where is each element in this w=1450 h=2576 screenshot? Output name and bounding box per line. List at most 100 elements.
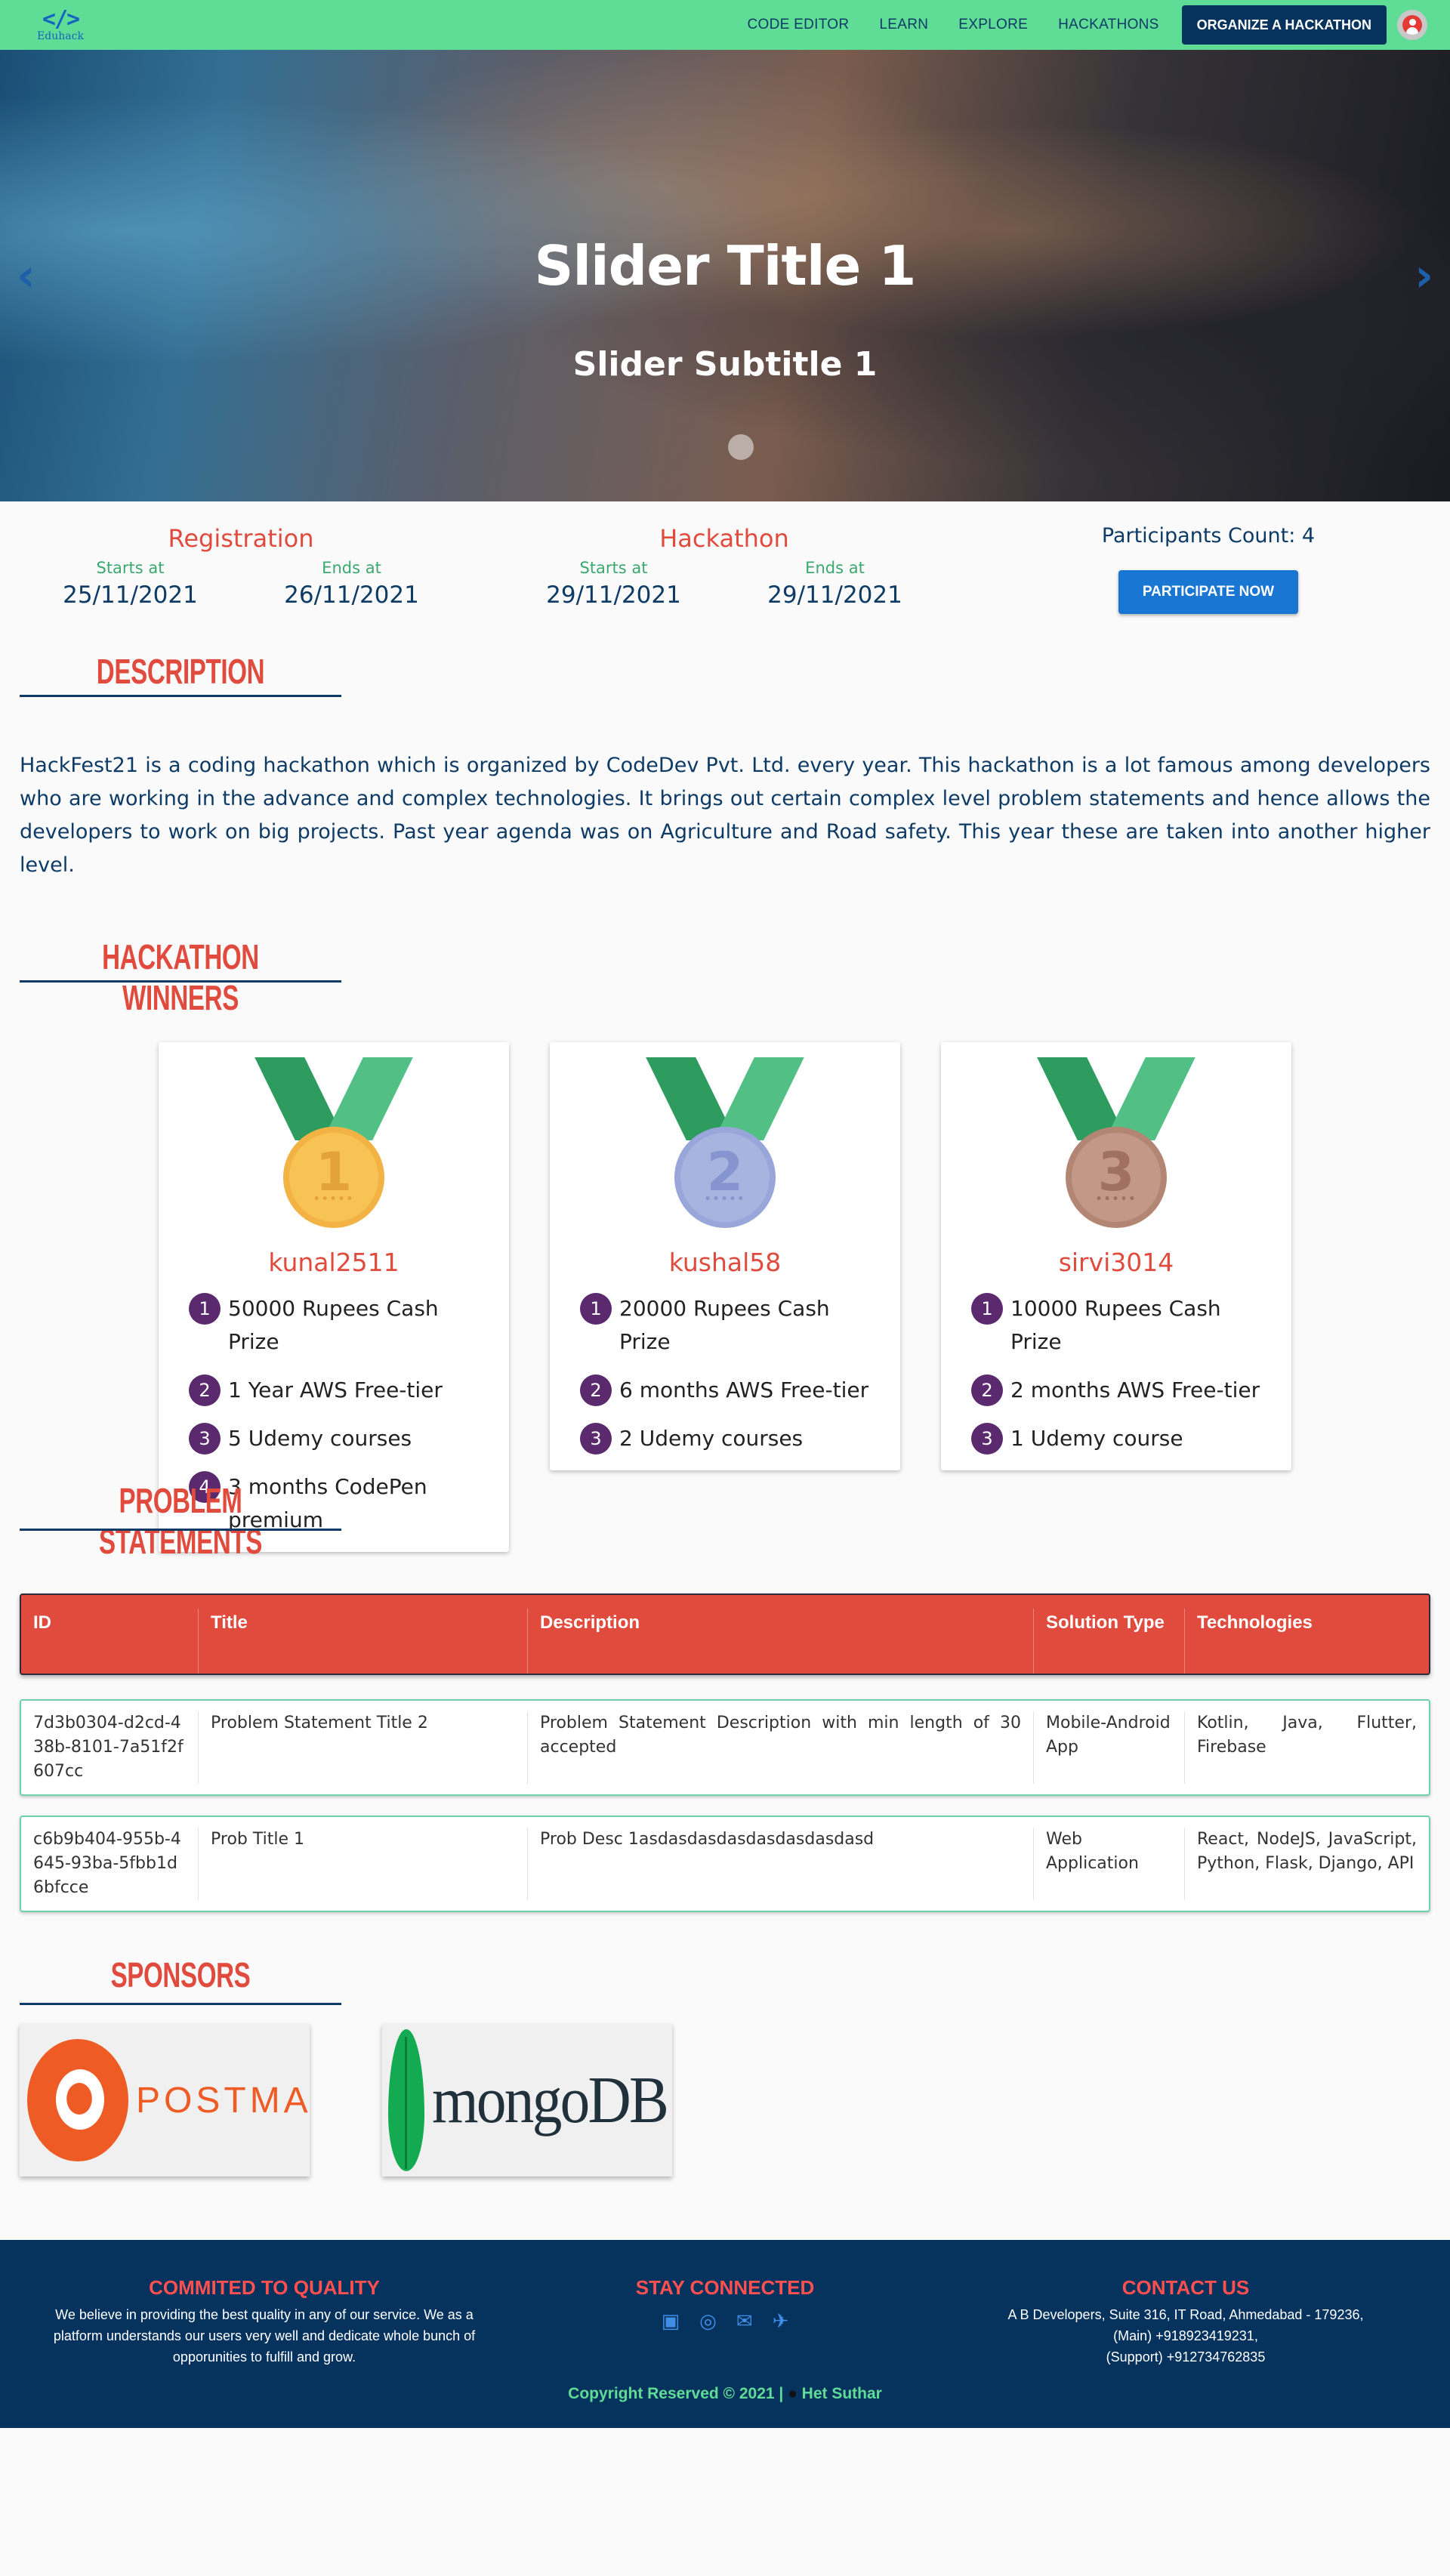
contact-main-phone: (Main) +918923419231, <box>1113 2328 1258 2343</box>
registration-start-date: 25/11/2021 <box>63 582 198 609</box>
problem-id: 7d3b0304-d2cd-438b-8101-7a51f2f607cc <box>33 1714 184 1781</box>
registration-end-label: Ends at <box>322 559 381 577</box>
contact-title: CONTACT US <box>1121 2276 1250 2299</box>
prize-item: 32 Udemy courses <box>550 1422 900 1455</box>
problem-title: Problem Statement Title 2 <box>198 1711 527 1784</box>
quality-title: COMMITED TO QUALITY <box>149 2276 380 2299</box>
problem-statements-table: ID Title Description Solution Type Techn… <box>20 1593 1430 1912</box>
registration-dates: Registration Starts at 25/11/2021 Ends a… <box>20 524 462 609</box>
heading-underline <box>20 1529 341 1531</box>
page-footer: COMMITED TO QUALITY We believe in provid… <box>0 2240 1450 2428</box>
problem-solution-type: Web Application <box>1033 1828 1184 1900</box>
winner-card-first: 1 ••••• kunal2511 1 50000 Rupees Cash Priz… <box>159 1042 509 1552</box>
heading-underline <box>20 695 341 697</box>
hackathon-dates: Registration Starts at 25/11/2021 Ends a… <box>0 501 1450 643</box>
mongodb-logo <box>388 2029 424 2171</box>
column-header-solution-type: Solution Type <box>1033 1609 1184 1674</box>
description-heading: DESCRIPTION <box>96 652 265 691</box>
prize-item: 1 10000 Rupees Cash Prize <box>941 1292 1291 1359</box>
problem-description: Problem Statement Description with min l… <box>527 1711 1033 1784</box>
email-icon[interactable]: ✉ <box>736 2310 753 2333</box>
nav-hackathons[interactable]: HACKATHONS <box>1058 17 1159 33</box>
sponsors-heading: SPONSORS <box>110 1955 251 1994</box>
connect-title: STAY CONNECTED <box>635 2276 815 2299</box>
winners-list: 1 ••••• kunal2511 1 50000 Rupees Cash Priz… <box>0 982 1450 1552</box>
nav-code-editor[interactable]: CODE EDITOR <box>747 17 849 33</box>
prize-item: 22 months AWS Free-tier <box>941 1374 1291 1407</box>
github-icon[interactable]: ● <box>788 2385 798 2402</box>
hackathon-start-label: Starts at <box>579 559 648 577</box>
problem-solution-type: Mobile-Android App <box>1033 1711 1184 1784</box>
nav-learn[interactable]: LEARN <box>879 17 928 33</box>
participate-now-button[interactable]: PARTICIPATE NOW <box>1118 570 1299 614</box>
contact-support-phone: (Support) +912734762835 <box>1106 2349 1266 2365</box>
winner-card-third: 3 ••••• sirvi3014 1 10000 Rupees Cash Priz… <box>941 1042 1291 1470</box>
column-header-description: Description <box>527 1609 1033 1674</box>
hackathon-start-date: 29/11/2021 <box>546 582 681 609</box>
description-text: HackFest21 is a coding hackathon which i… <box>20 754 1430 877</box>
author-link[interactable]: Het Suthar <box>802 2385 882 2402</box>
table-row[interactable]: c6b9b404-955b-4645-93ba-5fbb1d6bfcce Pro… <box>20 1816 1430 1912</box>
participants-panel: Participants Count: 4 PARTICIPATE NOW <box>982 524 1435 614</box>
twitter-icon[interactable]: ✈ <box>773 2310 789 2333</box>
footer-quality: COMMITED TO QUALITY We believe in provid… <box>38 2276 491 2368</box>
nav-explore[interactable]: EXPLORE <box>958 17 1028 33</box>
problems-heading: PROBLEM STATEMENTS <box>99 1481 262 1561</box>
heading-underline <box>20 2003 341 2005</box>
prize-item: 1 20000 Rupees Cash Prize <box>550 1292 900 1359</box>
gold-medal-icon: 1 ••••• <box>159 1042 509 1246</box>
problem-technologies: React, NodeJS, JavaScript, Python, Flask… <box>1184 1828 1429 1900</box>
mongodb-wordmark: mongoDB <box>432 2063 669 2137</box>
slider-subtitle: Slider Subtitle 1 <box>572 345 878 384</box>
problem-id: c6b9b404-955b-4645-93ba-5fbb1d6bfcce <box>33 1830 181 1897</box>
organize-hackathon-button[interactable]: ORGANIZE A HACKATHON <box>1181 5 1387 45</box>
column-header-technologies: Technologies <box>1184 1609 1429 1674</box>
registration-title: Registration <box>168 524 314 553</box>
account-circle-icon[interactable] <box>1397 10 1427 40</box>
instagram-icon[interactable]: ◎ <box>699 2310 717 2333</box>
problem-title: Prob Title 1 <box>198 1828 527 1900</box>
problem-description: Prob Desc 1asdasdasdasdasdasdasdasd <box>527 1828 1033 1900</box>
prize-item: 31 Udemy course <box>941 1422 1291 1455</box>
eduhack-logo[interactable]: </> Eduhack <box>30 8 91 42</box>
hackathon-end-date: 29/11/2021 <box>767 582 902 609</box>
slider-indicator-dot[interactable] <box>728 434 754 460</box>
column-header-title: Title <box>198 1609 527 1674</box>
footer-connect: STAY CONNECTED ▣ ◎ ✉ ✈ <box>498 2276 952 2333</box>
problem-technologies: Kotlin, Java, Flutter, Firebase <box>1184 1711 1429 1784</box>
contact-address: A B Developers, Suite 316, IT Road, Ahme… <box>1007 2307 1364 2322</box>
sponsor-mongodb[interactable]: mongoDB <box>382 2024 672 2176</box>
winner-name[interactable]: kunal2511 <box>159 1248 509 1277</box>
column-header-id: ID <box>33 1612 51 1633</box>
bronze-medal-icon: 3 ••••• <box>941 1042 1291 1246</box>
silver-medal-icon: 2 ••••• <box>550 1042 900 1246</box>
copyright-line: Copyright Reserved © 2021 | ● Het Suthar <box>0 2385 1450 2403</box>
description-header: DESCRIPTION <box>0 643 1450 749</box>
table-row[interactable]: 7d3b0304-d2cd-438b-8101-7a51f2f607cc Pro… <box>20 1699 1430 1796</box>
registration-start-label: Starts at <box>96 559 165 577</box>
prize-item: 35 Udemy courses <box>159 1422 509 1455</box>
sponsor-postman[interactable]: POSTMAN <box>20 2024 310 2176</box>
hero-slider: ‹ Slider Title 1 Slider Subtitle 1 › <box>0 50 1450 501</box>
chevron-right-icon[interactable]: › <box>1415 249 1433 302</box>
hackathon-end-label: Ends at <box>805 559 865 577</box>
table-header: ID Title Description Solution Type Techn… <box>20 1593 1430 1675</box>
sponsors-list: POSTMAN mongoDB <box>0 2024 1450 2176</box>
winner-name[interactable]: sirvi3014 <box>941 1248 1291 1277</box>
facebook-icon[interactable]: ▣ <box>662 2310 680 2333</box>
copyright-text: Copyright Reserved © 2021 | <box>568 2385 784 2402</box>
winner-card-second: 2 ••••• kushal58 1 20000 Rupees Cash Prize… <box>550 1042 900 1470</box>
logo-text: Eduhack <box>37 30 84 42</box>
prize-item: 26 months AWS Free-tier <box>550 1374 900 1407</box>
footer-contact: CONTACT US A B Developers, Suite 316, IT… <box>959 2276 1412 2368</box>
postman-logo <box>27 2039 128 2161</box>
social-links: ▣ ◎ ✉ ✈ <box>498 2310 952 2333</box>
slider-title: Slider Title 1 <box>534 234 916 298</box>
postman-wordmark: POSTMAN <box>136 2080 310 2121</box>
quality-text: We believe in providing the best quality… <box>53 2307 476 2365</box>
winner-name[interactable]: kushal58 <box>550 1248 900 1277</box>
participants-count: Participants Count: 4 <box>1101 524 1316 548</box>
hackathon-title: Hackathon <box>659 524 789 553</box>
prize-item: 21 Year AWS Free-tier <box>159 1374 509 1407</box>
top-navbar: </> Eduhack CODE EDITOR LEARN EXPLORE HA… <box>0 0 1450 50</box>
